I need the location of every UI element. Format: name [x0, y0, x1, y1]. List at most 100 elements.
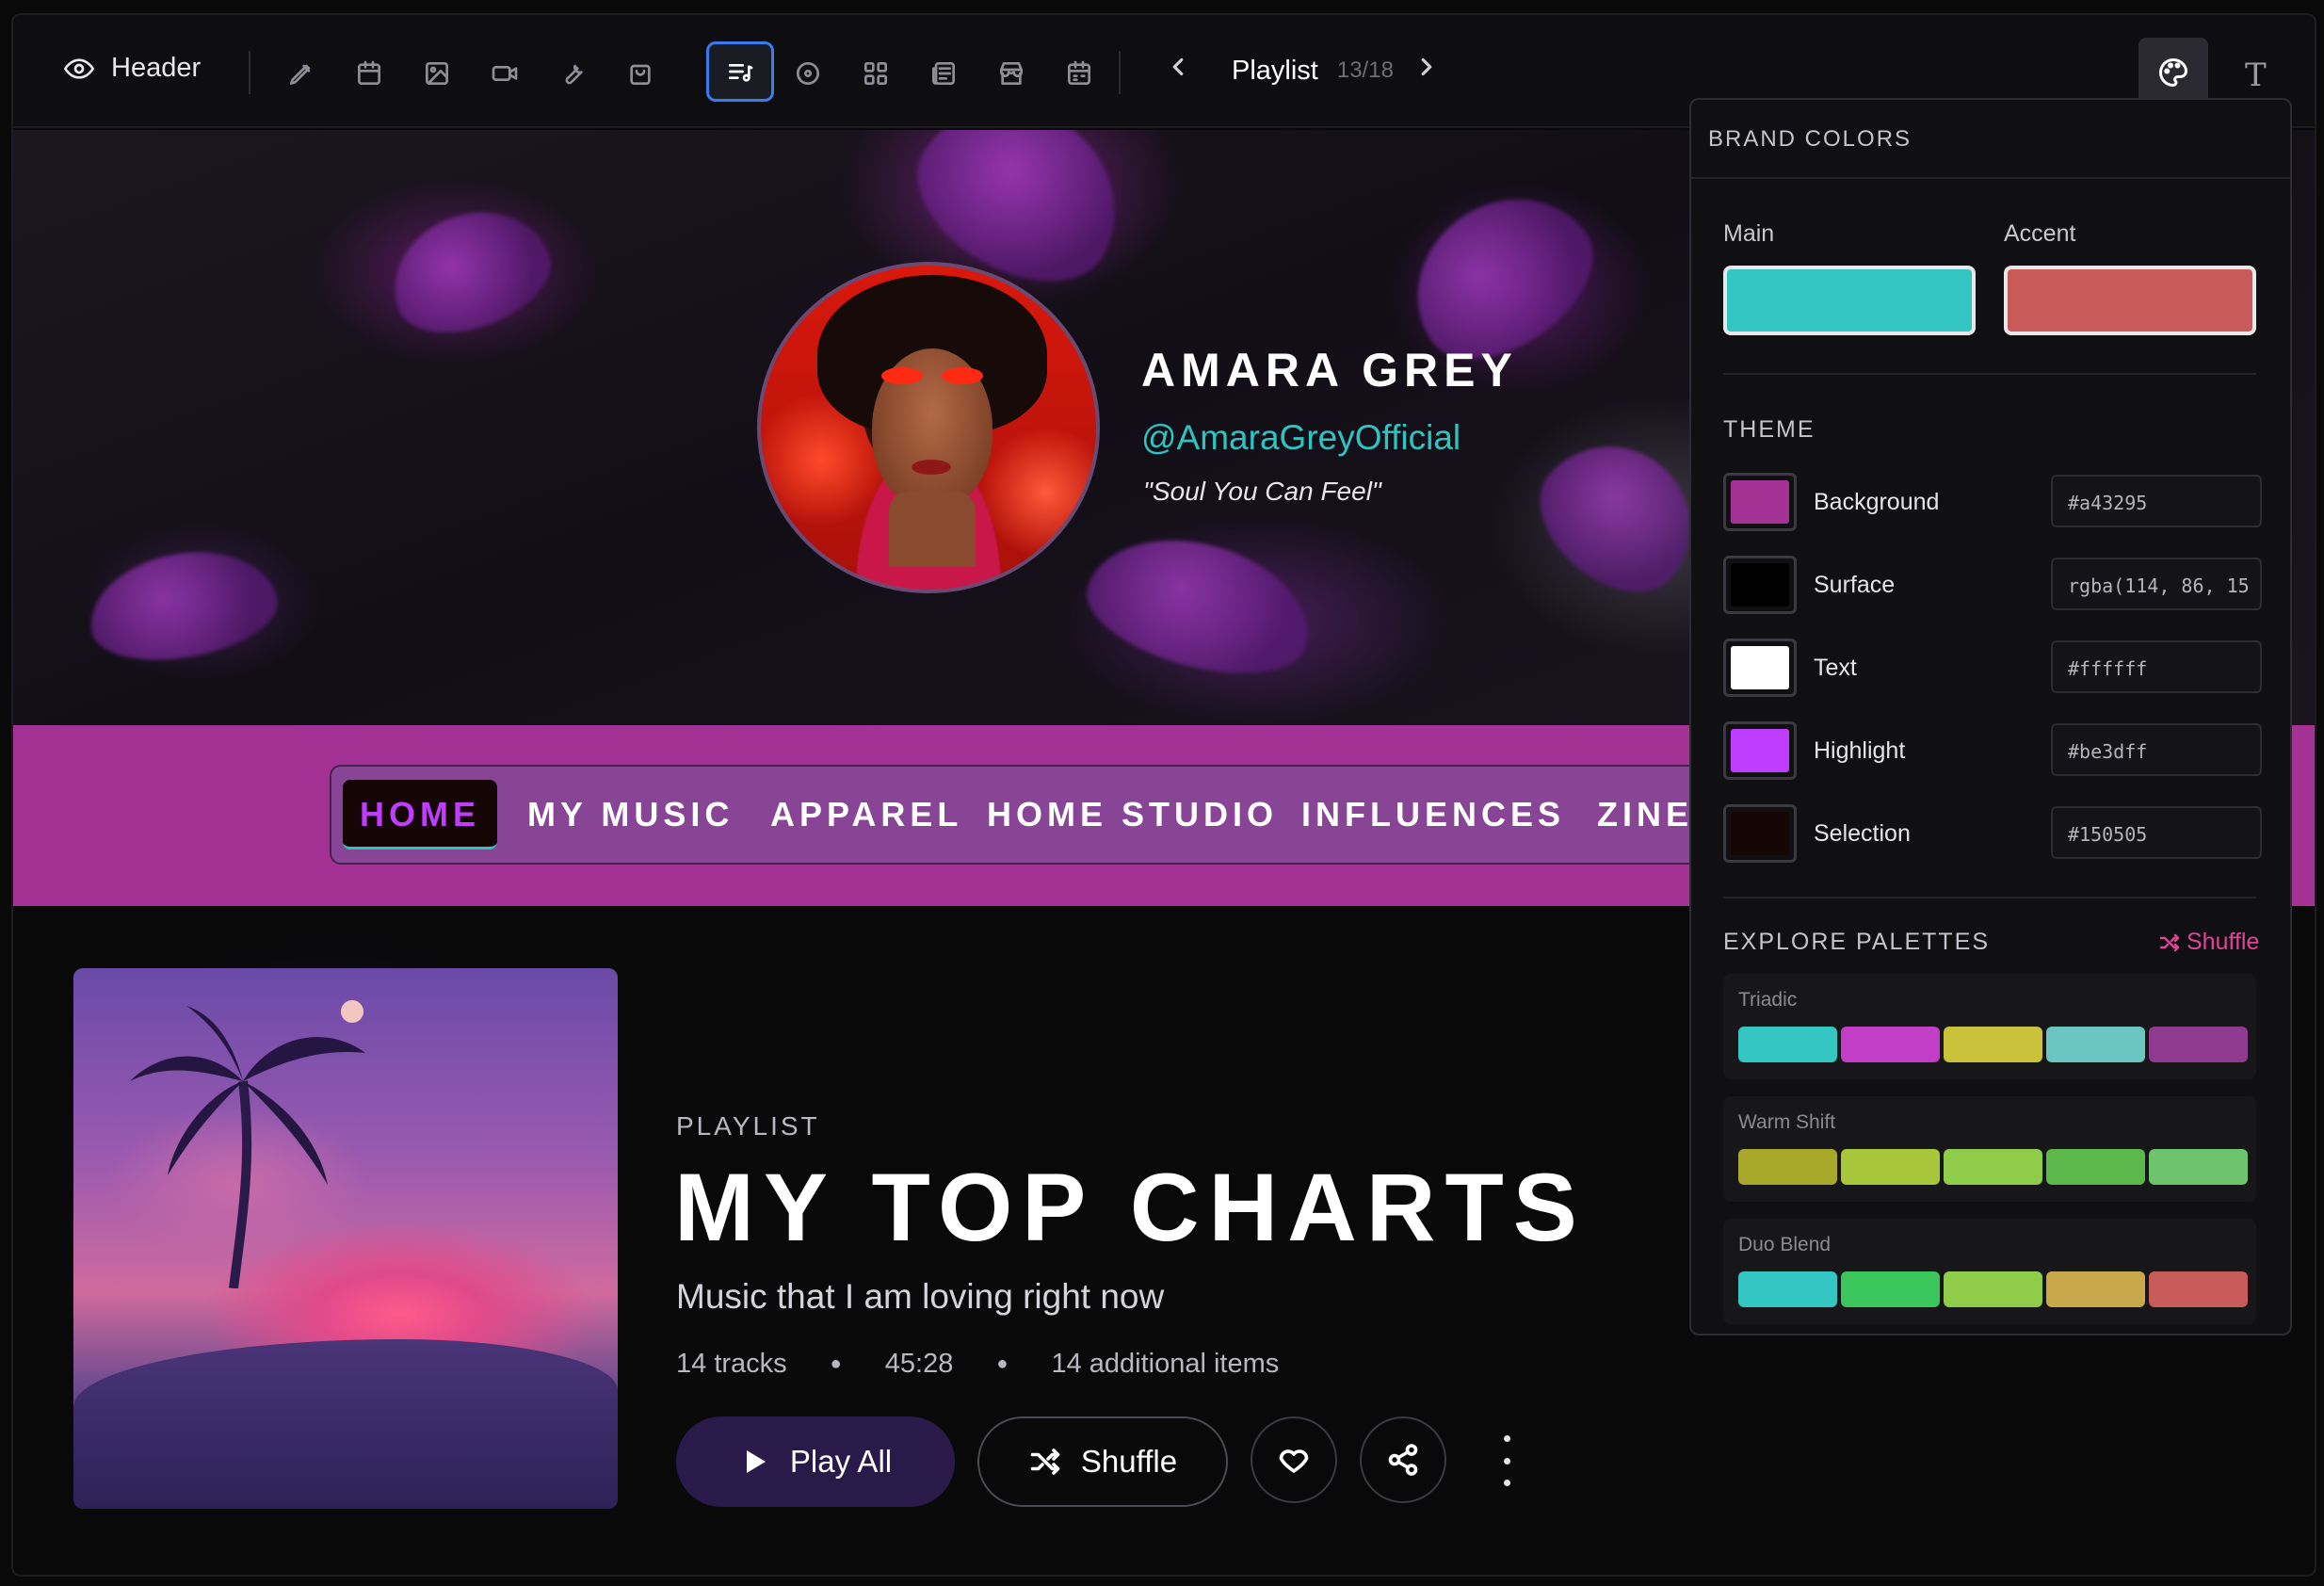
artist-name: AMARA GREY — [1141, 344, 1518, 396]
palette-color-swatch[interactable] — [1738, 1271, 1837, 1307]
shuffle-label: Shuffle — [1080, 1444, 1178, 1479]
section-visibility-toggle[interactable]: Header — [64, 53, 201, 84]
playlist-description: Music that I am loving right now — [676, 1277, 1165, 1316]
palm-tree-illustration — [130, 1006, 365, 1288]
palette-color-swatch[interactable] — [1841, 1149, 1940, 1185]
additional-items: 14 additional items — [1051, 1349, 1280, 1379]
app-frame: Header Playlist 13/18 T AMARA GREY @Amar… — [0, 0, 2324, 1586]
palette-color-swatch[interactable] — [2149, 1027, 2248, 1062]
playlist-icon[interactable] — [706, 41, 774, 102]
meta-separator: ● — [996, 1353, 1009, 1374]
nav-item-influences[interactable]: INFLUENCES — [1301, 780, 1565, 850]
calendar-icon[interactable] — [350, 55, 388, 92]
background-petal — [80, 538, 285, 673]
more-options-button[interactable] — [1497, 1435, 1516, 1486]
palette-card-triadic[interactable]: Triadic — [1723, 974, 2256, 1079]
palette-icon[interactable] — [2138, 38, 2208, 107]
background-color-input[interactable]: #a43295 — [2051, 475, 2262, 527]
palette-color-swatch[interactable] — [1944, 1027, 2042, 1062]
playlist-cover-art — [73, 968, 618, 1509]
palette-color-swatch[interactable] — [1944, 1271, 2042, 1307]
palette-color-swatch[interactable] — [1738, 1027, 1837, 1062]
palette-color-swatch[interactable] — [1841, 1271, 1940, 1307]
nav-item-apparel[interactable]: APPAREL — [770, 780, 962, 850]
typography-icon[interactable]: T — [2245, 57, 2267, 94]
accent-color-swatch[interactable] — [2004, 266, 2256, 335]
main-color-swatch[interactable] — [1723, 266, 1976, 335]
artist-handle[interactable]: @AmaraGreyOfficial — [1141, 418, 1461, 458]
nav-item-my-music[interactable]: MY MUSIC — [527, 780, 734, 850]
selection-color-input[interactable]: #150505 — [2051, 806, 2262, 859]
playlist-meta: 14 tracks ● 45:28 ● 14 additional items — [676, 1349, 1279, 1380]
wrench-icon[interactable] — [554, 55, 591, 92]
panel-title: BRAND COLORS — [1691, 100, 2290, 179]
nav-item-home-studio[interactable]: HOME STUDIO — [987, 780, 1278, 850]
newspaper-icon[interactable] — [925, 55, 962, 92]
shuffle-palettes-button[interactable]: Shuffle — [2158, 929, 2259, 956]
palette-color-swatch[interactable] — [1738, 1149, 1837, 1185]
playlist-kicker: PLAYLIST — [676, 1111, 820, 1141]
selection-color-swatch[interactable] — [1723, 804, 1797, 863]
page-navigator: Playlist 13/18 — [1164, 53, 1441, 89]
avatar — [757, 262, 1100, 593]
palette-color-swatch[interactable] — [2046, 1027, 2145, 1062]
palette-swatches — [1738, 1149, 2248, 1185]
palette-card-duo-blend[interactable]: Duo Blend — [1723, 1219, 2256, 1324]
shuffle-button[interactable]: Shuffle — [977, 1416, 1228, 1507]
panel-divider — [1723, 897, 2256, 898]
schedule-icon[interactable] — [1060, 55, 1098, 92]
accent-color-label: Accent — [2004, 220, 2076, 247]
highlight-color-swatch[interactable] — [1723, 721, 1797, 780]
playlist-duration: 45:28 — [884, 1349, 954, 1379]
pen-icon[interactable] — [282, 55, 320, 92]
palette-color-swatch[interactable] — [2046, 1149, 2145, 1185]
background-color-swatch[interactable] — [1723, 473, 1797, 531]
toolbar-divider — [1119, 51, 1121, 94]
surface-color-swatch[interactable] — [1723, 556, 1797, 614]
palette-swatches — [1738, 1027, 2248, 1062]
brand-colors-panel: BRAND COLORS Main Accent THEME Backgroun… — [1689, 98, 2292, 1335]
track-count: 14 tracks — [676, 1349, 787, 1379]
disc-icon[interactable] — [789, 55, 827, 92]
palette-color-swatch[interactable] — [2149, 1271, 2248, 1307]
panel-divider — [1723, 373, 2256, 375]
palette-card-warm-shift[interactable]: Warm Shift — [1723, 1096, 2256, 1202]
play-all-label: Play All — [789, 1444, 893, 1479]
shuffle-icon — [2159, 933, 2180, 951]
play-all-button[interactable]: Play All — [676, 1416, 955, 1507]
chevron-left-icon[interactable] — [1164, 53, 1192, 89]
bag-icon[interactable] — [621, 55, 659, 92]
play-icon — [746, 1450, 766, 1473]
palette-color-swatch[interactable] — [1944, 1149, 2042, 1185]
theme-row-background: Background #a43295 — [1723, 473, 2262, 531]
palette-color-swatch[interactable] — [2046, 1271, 2145, 1307]
shuffle-palettes-label: Shuffle — [2187, 929, 2260, 955]
page-count: 13/18 — [1336, 57, 1394, 83]
chevron-right-icon[interactable] — [1412, 53, 1441, 89]
toolbar-divider — [249, 51, 250, 94]
highlight-color-input[interactable]: #be3dff — [2051, 723, 2262, 776]
palette-name: Duo Blend — [1738, 1234, 1832, 1255]
surface-color-input[interactable]: rgba(114, 86, 15 — [2051, 558, 2262, 610]
theme-name: Selection — [1814, 820, 1911, 847]
store-icon[interactable] — [993, 55, 1030, 92]
palette-color-swatch[interactable] — [2149, 1149, 2248, 1185]
text-color-input[interactable]: #ffffff — [2051, 640, 2262, 693]
theme-row-surface: Surface rgba(114, 86, 15 — [1723, 556, 2262, 614]
meta-separator: ● — [830, 1353, 842, 1374]
shuffle-icon — [1030, 1448, 1060, 1475]
playlist-title: MY TOP CHARTS — [674, 1154, 1587, 1261]
like-button[interactable] — [1251, 1416, 1337, 1503]
text-color-swatch[interactable] — [1723, 639, 1797, 697]
palette-color-swatch[interactable] — [1841, 1027, 1940, 1062]
nav-item-home[interactable]: HOME — [343, 780, 497, 850]
main-color-label: Main — [1723, 220, 1775, 247]
image-icon[interactable] — [418, 55, 456, 92]
grid-icon[interactable] — [857, 55, 895, 92]
video-icon[interactable] — [486, 55, 524, 92]
theme-row-selection: Selection #150505 — [1723, 804, 2262, 863]
share-button[interactable] — [1360, 1416, 1446, 1503]
palette-name: Triadic — [1738, 989, 1798, 1011]
theme-row-text: Text #ffffff — [1723, 639, 2262, 697]
explore-palettes-title: EXPLORE PALETTES — [1723, 929, 1991, 955]
